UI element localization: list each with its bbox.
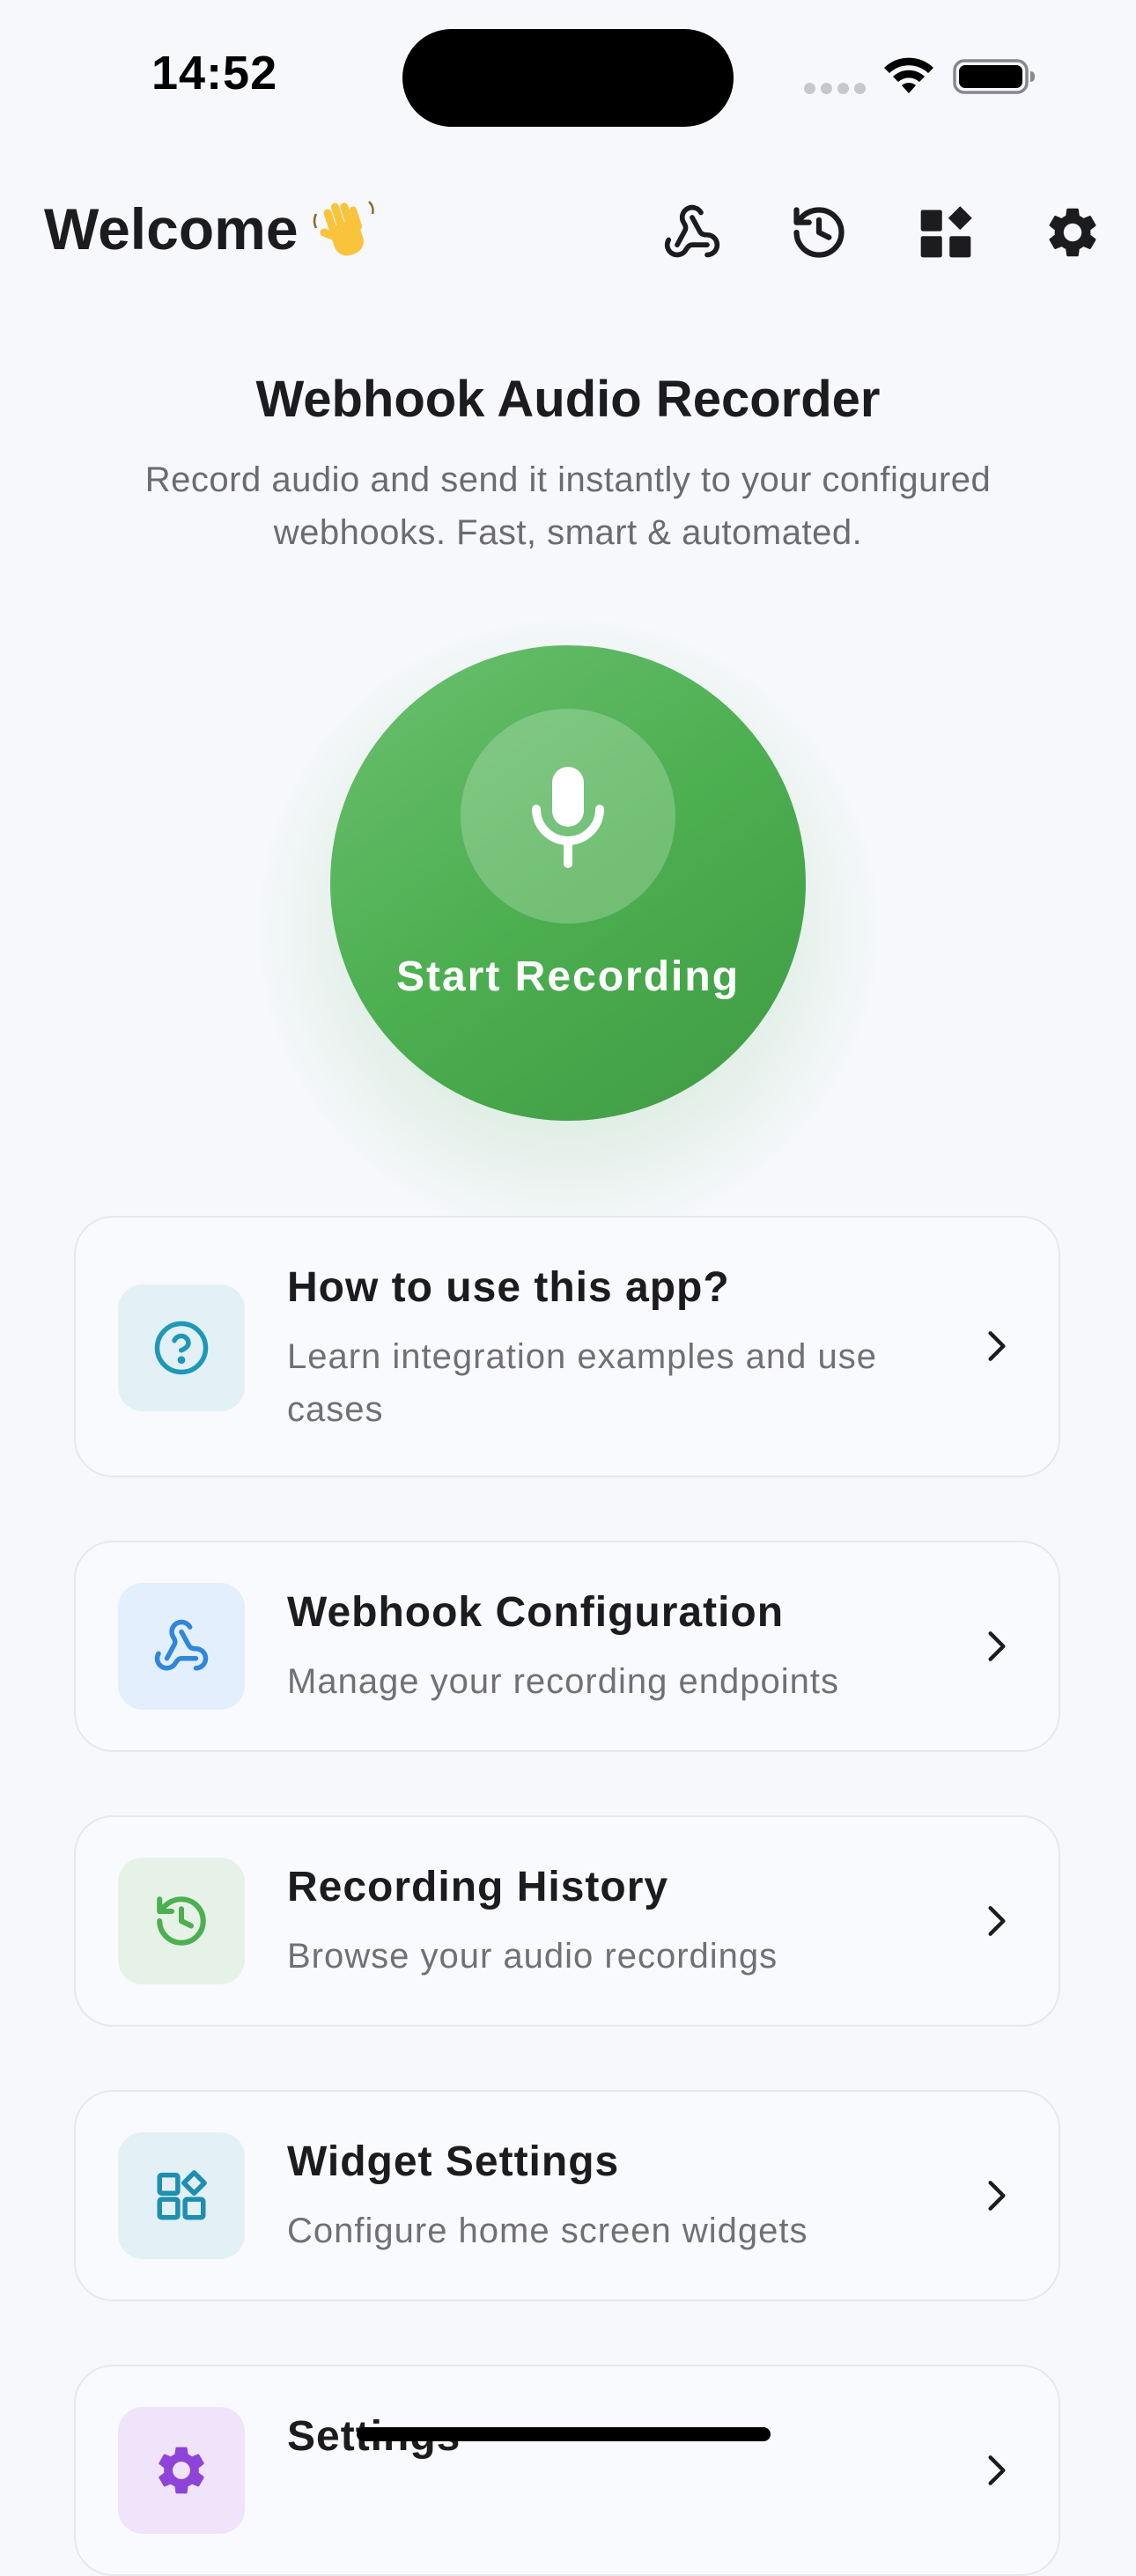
- menu-card-how-to-use[interactable]: How to use this app? Learn integration e…: [74, 1216, 1060, 1477]
- cellular-signal-icon: [804, 83, 866, 94]
- home-indicator[interactable]: [357, 2427, 771, 2441]
- menu-card-description: Learn integration examples and use cases: [287, 1337, 877, 1429]
- menu-card-settings[interactable]: Settings: [74, 2365, 1060, 2576]
- status-time: 14:52: [151, 47, 278, 99]
- microphone-icon: [532, 767, 604, 868]
- start-recording-label: Start Recording: [395, 953, 741, 1000]
- help-circle-icon: [154, 1321, 209, 1375]
- widgets-icon: [920, 206, 972, 258]
- dynamic-island: [402, 29, 734, 127]
- header-widgets-button[interactable]: [911, 197, 981, 268]
- menu-card-webhook-configuration[interactable]: Webhook Configuration Manage your record…: [74, 1541, 1060, 1752]
- history-icon: [157, 1896, 206, 1946]
- widgets-icon: [157, 2170, 207, 2220]
- header-webhook-button[interactable]: [657, 197, 727, 268]
- webhook-icon: [154, 1619, 209, 1671]
- settings-gear-icon: [159, 2447, 204, 2494]
- menu-card-title: Recording History: [287, 1864, 669, 1910]
- menu-card-description: Browse your audio recordings: [287, 1937, 778, 1976]
- wifi-icon: [884, 57, 933, 93]
- menu-card-icon-tile: [118, 1284, 245, 1411]
- webhook-icon: [664, 204, 720, 258]
- menu-card-icon-tile: [118, 1583, 245, 1710]
- chevron-right-icon: [988, 2455, 1006, 2485]
- menu-card-title: How to use this app?: [287, 1264, 730, 1311]
- app-header: Welcome: [0, 176, 1136, 291]
- header-settings-button[interactable]: [1037, 197, 1108, 268]
- chevron-right-icon: [988, 1906, 1006, 1936]
- mic-icon-circle: [461, 709, 675, 924]
- settings-gear-icon: [1049, 208, 1096, 257]
- chevron-right-icon: [988, 1631, 1006, 1661]
- menu-card-recording-history[interactable]: Recording History Browse your audio reco…: [74, 1815, 1060, 2027]
- menu-card-description: Configure home screen widgets: [287, 2212, 808, 2250]
- battery-icon: [953, 59, 1035, 94]
- welcome-text: Welcome: [44, 196, 299, 261]
- start-recording-button[interactable]: Start Recording: [330, 645, 806, 1121]
- page-subtitle: Record audio and send it instantly to yo…: [144, 460, 992, 552]
- menu-card-title: Widget Settings: [287, 2138, 620, 2185]
- status-bar: 14:52: [0, 0, 1136, 150]
- waving-hand-icon: [313, 201, 374, 256]
- menu-card-description: Manage your recording endpoints: [287, 1662, 839, 1701]
- chevron-right-icon: [988, 1331, 1006, 1361]
- chevron-right-icon: [988, 2181, 1006, 2211]
- history-icon: [793, 207, 845, 258]
- menu-card-icon-tile: [118, 1858, 245, 1984]
- header-history-button[interactable]: [784, 197, 854, 268]
- menu-card-title: Webhook Configuration: [287, 1589, 785, 1636]
- menu-card-widget-settings[interactable]: Widget Settings Configure home screen wi…: [74, 2090, 1060, 2301]
- menu-card-icon-tile: [118, 2407, 245, 2534]
- page-title: Webhook Audio Recorder: [255, 371, 881, 428]
- welcome-title: Welcome: [44, 195, 376, 262]
- menu-card-icon-tile: [118, 2132, 245, 2259]
